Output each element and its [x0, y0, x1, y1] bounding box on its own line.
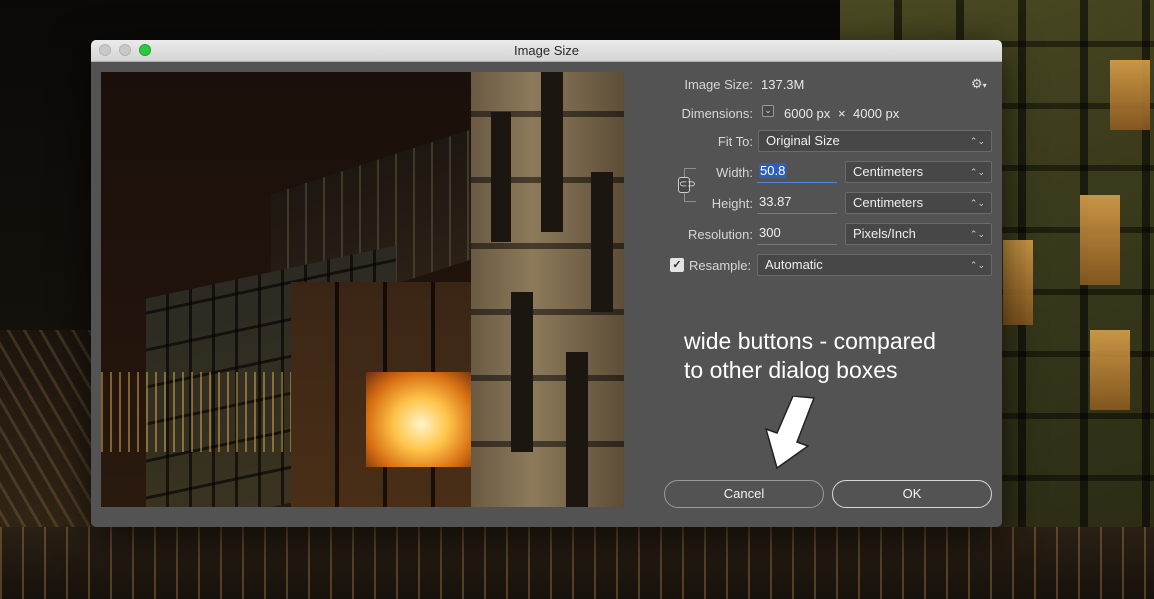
width-value: 50.8 — [759, 163, 787, 178]
gear-icon[interactable]: ⚙▾ — [971, 76, 987, 92]
resample-label: Resample: — [689, 258, 752, 273]
preview-glowing-window — [366, 372, 476, 467]
chevron-updown-icon: ⌃⌄ — [969, 167, 985, 177]
fit-to-select[interactable]: Original Size ⌃⌄ — [758, 130, 992, 152]
dimensions-chevron-down-icon[interactable]: ⌄ — [762, 105, 774, 117]
annotation-arrow-icon — [764, 396, 816, 470]
width-label: Width: — [716, 165, 753, 180]
preview-tower-window — [566, 352, 588, 507]
lit-window — [1110, 60, 1150, 130]
chevron-updown-icon: ⌃⌄ — [969, 198, 985, 208]
height-label: Height: — [711, 196, 753, 211]
dimensions-label: Dimensions: — [681, 106, 753, 121]
chevron-updown-icon: ⌃⌄ — [969, 136, 985, 146]
dimensions-height-value: 4000 px — [853, 106, 900, 121]
image-size-label: Image Size: — [684, 77, 753, 92]
width-unit-select[interactable]: Centimeters ⌃⌄ — [845, 161, 992, 183]
title-bar: Image Size — [91, 40, 1002, 62]
height-unit-value: Centimeters — [853, 195, 924, 210]
annotation-line-1: wide buttons - compared — [684, 328, 936, 354]
resolution-unit-value: Pixels/Inch — [853, 226, 916, 241]
annotation-text: wide buttons - compared to other dialog … — [684, 327, 984, 385]
width-input[interactable]: 50.8 — [757, 161, 837, 183]
height-input[interactable]: 33.87 — [757, 192, 837, 214]
dimensions-width-value: 6000 px — [784, 106, 831, 121]
annotation-line-2: to other dialog boxes — [684, 357, 898, 383]
resample-value: Automatic — [765, 257, 823, 272]
window-title: Image Size — [513, 43, 580, 58]
resolution-value: 300 — [759, 225, 781, 240]
preview-lights — [101, 372, 301, 452]
resample-checkbox[interactable]: ✓ — [670, 258, 684, 272]
lit-window — [1090, 330, 1130, 410]
chevron-updown-icon: ⌃⌄ — [969, 229, 985, 239]
resolution-label: Resolution: — [687, 227, 753, 242]
preview-tower-window — [541, 72, 563, 232]
lit-window — [1003, 240, 1033, 325]
width-unit-value: Centimeters — [853, 164, 924, 179]
chevron-updown-icon: ⌃⌄ — [969, 260, 985, 270]
cancel-button[interactable]: Cancel — [664, 480, 824, 508]
image-size-dialog: Image Size Image Size: 137.3M ⚙▾ Dimensi… — [91, 40, 1002, 527]
dimensions-times: × — [838, 106, 846, 121]
image-preview[interactable] — [101, 72, 624, 507]
resample-select[interactable]: Automatic ⌃⌄ — [757, 254, 992, 276]
fit-to-label: Fit To: — [717, 134, 753, 149]
preview-tower — [471, 72, 624, 507]
background-street — [0, 527, 1154, 599]
resolution-input[interactable]: 300 — [757, 223, 837, 245]
preview-tower-window — [511, 292, 533, 452]
preview-tower-window — [491, 112, 511, 242]
resolution-unit-select[interactable]: Pixels/Inch ⌃⌄ — [845, 223, 992, 245]
image-size-value: 137.3M — [761, 77, 805, 92]
preview-tower-window — [591, 172, 613, 312]
height-unit-select[interactable]: Centimeters ⌃⌄ — [845, 192, 992, 214]
ok-button[interactable]: OK — [832, 480, 992, 508]
fit-to-value: Original Size — [766, 133, 840, 148]
lit-window — [1080, 195, 1120, 285]
height-value: 33.87 — [759, 194, 792, 209]
gear-glyph: ⚙ — [971, 76, 983, 91]
